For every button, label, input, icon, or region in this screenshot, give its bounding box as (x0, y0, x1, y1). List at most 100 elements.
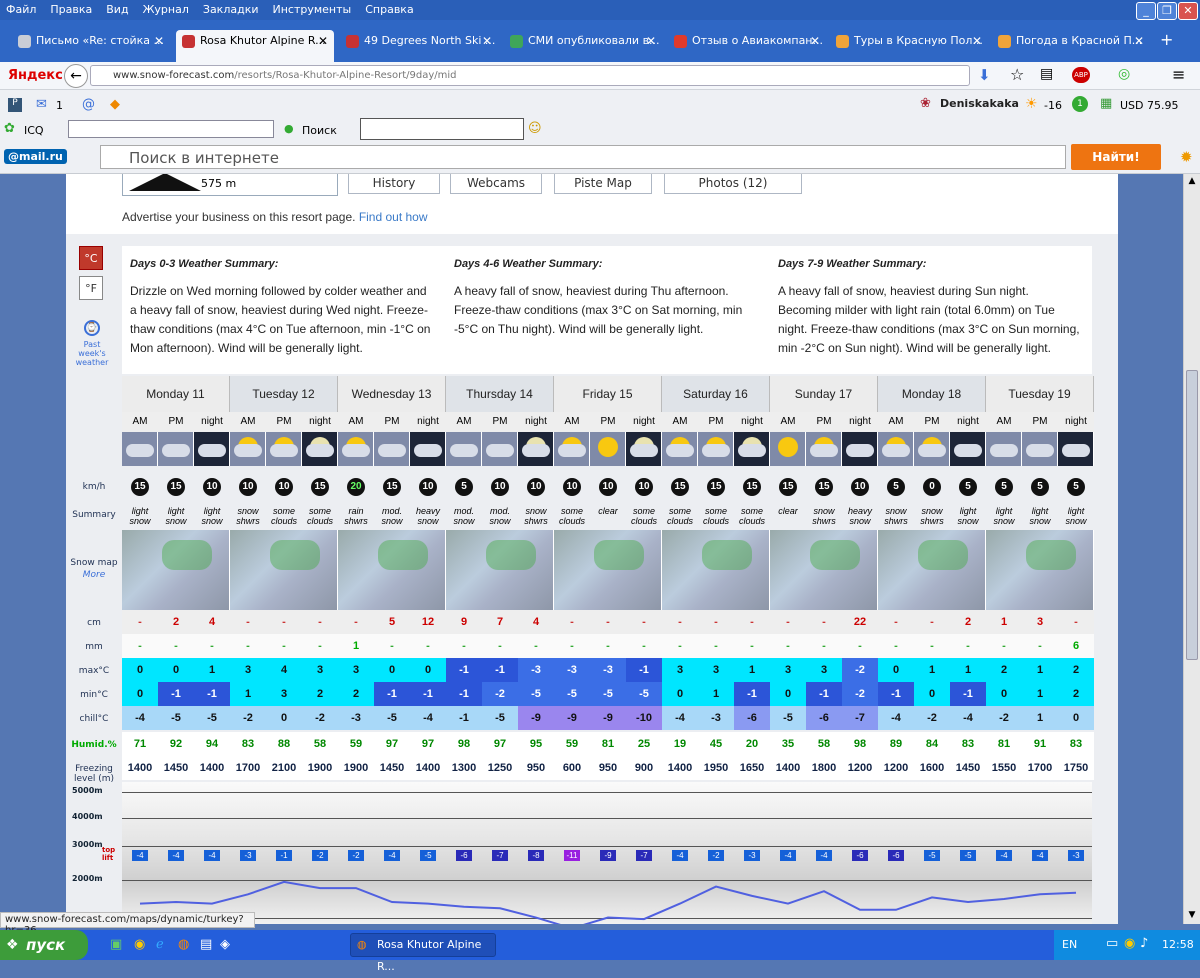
celsius-button[interactable]: °C (79, 246, 103, 270)
tab-close-icon[interactable]: ✕ (646, 30, 656, 52)
taskbar-window-button[interactable]: ◍ Rosa Khutor Alpine R... (350, 933, 496, 973)
fahrenheit-button[interactable]: °F (79, 276, 103, 300)
page-scrollbar[interactable]: ▲ ▼ (1183, 174, 1200, 924)
tab-close-icon[interactable]: ✕ (482, 30, 492, 52)
menu-item[interactable]: Закладки (197, 0, 267, 16)
outlook-icon[interactable]: ◈ (220, 937, 230, 952)
save-icon[interactable]: ▤ (200, 937, 212, 952)
excel-icon[interactable]: ▣ (110, 937, 122, 952)
browser-tab[interactable]: Туры в Красную Пол... ✕ (830, 30, 988, 62)
mailru-logo[interactable]: @mail.ru (4, 149, 67, 164)
ie-icon[interactable]: ℯ (156, 937, 164, 952)
snow-map-thumbnail[interactable] (878, 530, 986, 610)
snow-map-thumbnail[interactable] (122, 530, 230, 610)
icq-label[interactable]: ICQ (24, 124, 44, 137)
snow-map-thumbnail[interactable] (986, 530, 1094, 610)
hamburger-menu-icon[interactable]: ≡ (1172, 65, 1185, 84)
tab-close-icon[interactable]: ✕ (1134, 30, 1144, 52)
minimize-button[interactable]: _ (1136, 2, 1156, 20)
chill-cell: -5 (194, 706, 230, 730)
browser-tab[interactable]: Rosa Khutor Alpine R... ✕ (176, 30, 334, 62)
tab-close-icon[interactable]: ✕ (318, 30, 328, 52)
tray-network-icon[interactable]: ▭ (1106, 936, 1118, 951)
weather-temp[interactable]: -16 (1044, 99, 1062, 112)
browser-tab[interactable]: СМИ опубликовали в... ✕ (504, 30, 662, 62)
snow-map-thumbnail[interactable] (662, 530, 770, 610)
browser-tab[interactable]: Письмо «Re: стойка ... ✕ (12, 30, 170, 62)
tray-volume-icon[interactable]: ♪ (1140, 936, 1148, 951)
tab-close-icon[interactable]: ✕ (972, 30, 982, 52)
new-tab-button[interactable]: + (1160, 30, 1173, 49)
usd-rate[interactable]: USD 75.95 (1120, 99, 1179, 112)
min-cell: 2 (338, 682, 374, 706)
snow-map-thumbnail[interactable] (446, 530, 554, 610)
menu-item[interactable]: Справка (359, 0, 421, 16)
resort-nav-button[interactable]: History (348, 174, 440, 194)
language-indicator[interactable]: EN (1062, 938, 1077, 951)
snow-map-thumbnail[interactable] (554, 530, 662, 610)
toplift-temp: -5 (960, 850, 976, 861)
mail-icon[interactable]: ✉ (36, 97, 47, 112)
menu-item[interactable]: Журнал (137, 0, 197, 16)
humid-cell: 97 (374, 732, 410, 756)
user-avatar[interactable]: ❀ (920, 96, 931, 111)
firefox-icon[interactable]: ◍ (178, 937, 189, 952)
at-icon[interactable]: @ (82, 97, 95, 112)
find-out-link[interactable]: Find out how (359, 210, 428, 224)
clock-icon[interactable]: ⌚ (84, 320, 100, 336)
gear-icon[interactable]: ✹ (1180, 148, 1193, 166)
bookmark-star-icon[interactable]: ☆ (1010, 65, 1024, 84)
scroll-up-icon[interactable]: ▲ (1186, 176, 1198, 188)
internet-search-input[interactable]: Поиск в интернете (100, 145, 1066, 169)
username[interactable]: Deniskakaka (940, 97, 1019, 110)
close-window-button[interactable]: ✕ (1178, 2, 1198, 20)
browser-tab[interactable]: 49 Degrees North Ski ... ✕ (340, 30, 498, 62)
snow-map-thumbnail[interactable] (230, 530, 338, 610)
max-cell: 3 (230, 658, 266, 682)
snow-cell: - (122, 610, 158, 634)
icq-flower-icon[interactable]: ✿ (4, 121, 15, 136)
chrome-icon[interactable]: ◉ (134, 937, 145, 952)
menu-item[interactable]: Вид (100, 0, 136, 16)
notification-badge[interactable]: 1 (1072, 96, 1088, 112)
tab-close-icon[interactable]: ✕ (154, 30, 164, 52)
toolbar-search-input[interactable] (360, 118, 524, 140)
browser-tab[interactable]: Отзыв о Авиакомпан... ✕ (668, 30, 826, 62)
wind-speed: 5 (887, 478, 905, 496)
altitude-label: 4000m (72, 812, 103, 821)
menu-item[interactable]: Правка (44, 0, 100, 16)
resort-nav-button[interactable]: Piste Map (554, 174, 652, 194)
toplift-temp: -8 (528, 850, 544, 861)
browser-tab[interactable]: Погода в Красной П... ✕ (992, 30, 1150, 62)
snow-map-more-link[interactable]: More (66, 570, 122, 580)
adblock-icon[interactable]: ABP (1072, 67, 1090, 83)
p-icon[interactable]: P (8, 98, 22, 112)
sync-icon[interactable]: ◎ (1118, 66, 1130, 82)
search-toolbar-label[interactable]: Поиск (302, 124, 337, 137)
scroll-down-icon[interactable]: ▼ (1186, 910, 1198, 922)
menu-item[interactable]: Инструменты (267, 0, 360, 16)
url-bar[interactable]: www.snow-forecast.com/resorts/Rosa-Khuto… (90, 65, 970, 86)
menu-item[interactable]: Файл (0, 0, 44, 16)
download-icon[interactable]: ⬇ (978, 66, 991, 84)
weather-icon (518, 432, 554, 466)
back-icon[interactable]: ← (64, 64, 88, 88)
snow-map-thumbnail[interactable] (338, 530, 446, 610)
past-weather-link[interactable]: Past week's weather (70, 340, 114, 367)
find-button[interactable]: Найти! (1071, 144, 1161, 170)
smiley-icon[interactable]: ☺ (528, 121, 542, 136)
tab-close-icon[interactable]: ✕ (810, 30, 820, 52)
tray-shield-icon[interactable]: ◉ (1124, 936, 1135, 951)
humid-cell: 45 (698, 732, 734, 756)
scroll-thumb[interactable] (1186, 370, 1198, 660)
restore-button[interactable]: ❐ (1157, 2, 1177, 20)
resort-nav-button[interactable]: Webcams (450, 174, 542, 194)
snow-map-thumbnail[interactable] (770, 530, 878, 610)
tab-label: СМИ опубликовали в... (528, 34, 660, 47)
icq-dropdown[interactable] (68, 120, 274, 138)
max-cell: 1 (194, 658, 230, 682)
tab-favicon-icon (674, 35, 687, 48)
bookmarks-menu-icon[interactable]: ▤ (1040, 66, 1053, 82)
resort-nav-button[interactable]: Photos (12) (664, 174, 802, 194)
feed-icon[interactable]: ◆ (110, 97, 120, 112)
